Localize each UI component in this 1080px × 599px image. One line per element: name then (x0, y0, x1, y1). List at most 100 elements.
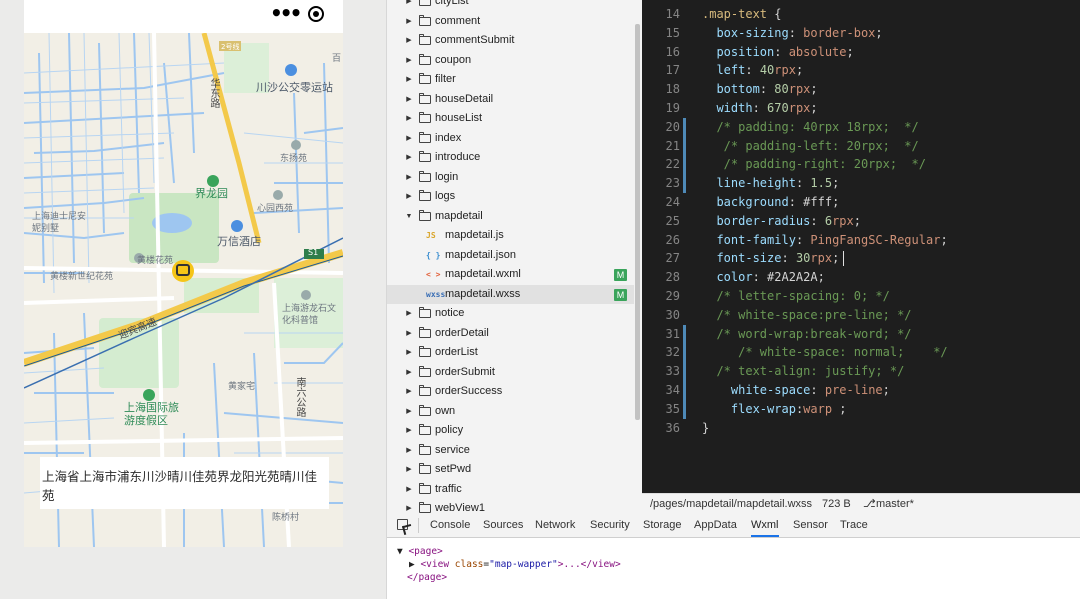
tree-folder-item[interactable]: ▶ filter (387, 70, 634, 90)
code-line[interactable]: 36} (642, 419, 1080, 438)
tab-sensor[interactable]: Sensor (793, 514, 828, 537)
chevron-right-icon[interactable]: ▶ (405, 12, 413, 32)
code-line[interactable]: 28 color: #2A2A2A; (642, 268, 1080, 287)
chevron-right-icon[interactable]: ▶ (405, 343, 413, 363)
wxml-node-view[interactable]: ▶ <view class="map-wapper">...</view> (409, 558, 621, 571)
code-line[interactable]: 32 /* white-space: normal; */ (642, 343, 1080, 362)
close-capsule-icon[interactable] (308, 6, 324, 22)
chevron-right-icon[interactable]: ▶ (405, 90, 413, 110)
tree-folder-item[interactable]: ▶ service (387, 441, 634, 461)
chevron-right-icon[interactable]: ▶ (405, 148, 413, 168)
line-code: width: 670rpx; (716, 101, 818, 115)
code-line[interactable]: 14 .map-text { (642, 5, 1080, 24)
tree-file-item[interactable]: JS mapdetail.js (387, 226, 634, 246)
tree-folder-item[interactable]: ▶ setPwd (387, 460, 634, 480)
tree-folder-item[interactable]: ▶ cityList (387, 0, 634, 12)
line-number: 24 (665, 195, 680, 209)
tree-folder-item[interactable]: ▶ login (387, 168, 634, 188)
git-branch-icon: ⎇ (863, 498, 876, 510)
tree-folder-item[interactable]: ▶ orderSuccess (387, 382, 634, 402)
tree-folder-item[interactable]: ▶ orderList (387, 343, 634, 363)
file-explorer: ▶ cityList ▶ comment ▶ commentSubmit ▶ coupon ▶ f… (386, 0, 643, 514)
line-number: 22 (665, 157, 680, 172)
code-line[interactable]: 18 bottom: 80rpx; (642, 80, 1080, 99)
code-line[interactable]: 17 left: 40rpx; (642, 61, 1080, 80)
tree-folder-item[interactable]: ▶ logs (387, 187, 634, 207)
tree-folder-item[interactable]: ▶ notice (387, 304, 634, 324)
tree-folder-item[interactable]: ▶ own (387, 402, 634, 422)
map-view[interactable]: 川沙公交零运站 华东路 界龙园 万信酒店 上海迪士尼安妮别墅 黄楼新世纪花苑 黄… (24, 32, 343, 547)
chevron-right-icon[interactable]: ▶ (405, 168, 413, 188)
tree-item-label: filter (435, 73, 456, 85)
chevron-right-icon[interactable]: ▶ (405, 363, 413, 383)
tree-folder-item[interactable]: ▶ commentSubmit (387, 31, 634, 51)
chevron-right-icon[interactable]: ▶ (405, 460, 413, 480)
tree-folder-item[interactable]: ▶ coupon (387, 51, 634, 71)
chevron-down-icon[interactable]: ▼ (405, 207, 413, 227)
chevron-right-icon[interactable]: ▶ (405, 109, 413, 129)
code-line[interactable]: 15 box-sizing: border-box; (642, 24, 1080, 43)
tree-folder-item[interactable]: ▶ index (387, 129, 634, 149)
wxml-node-page[interactable]: ▼ <page> (397, 545, 443, 558)
code-line[interactable]: 19 width: 670rpx; (642, 99, 1080, 118)
chevron-right-icon[interactable]: ▶ (405, 70, 413, 90)
tree-file-item[interactable]: < > mapdetail.wxml M (387, 265, 634, 285)
chevron-right-icon[interactable]: ▶ (405, 421, 413, 441)
tree-folder-item[interactable]: ▶ traffic (387, 480, 634, 500)
code-line[interactable]: 23 line-height: 1.5; (642, 174, 1080, 193)
code-line[interactable]: 27 font-size: 30rpx; (642, 249, 1080, 268)
file-explorer-scrollbar[interactable] (635, 24, 640, 420)
tree-folder-item[interactable]: ▶ comment (387, 12, 634, 32)
tree-folder-item[interactable]: ▶ houseDetail (387, 90, 634, 110)
tab-network[interactable]: Network (535, 514, 575, 537)
folder-icon (419, 190, 431, 201)
code-line[interactable]: 35 flex-wrap:warp ; (642, 400, 1080, 419)
chevron-right-icon[interactable]: ▶ (405, 402, 413, 422)
chevron-right-icon[interactable]: ▶ (405, 51, 413, 71)
code-line[interactable]: 33 /* text-align: justify; */ (642, 362, 1080, 381)
git-branch[interactable]: master* (876, 494, 914, 514)
tree-folder-item[interactable]: ▶ orderSubmit (387, 363, 634, 383)
tree-folder-item[interactable]: ▶ orderDetail (387, 324, 634, 344)
tree-file-item[interactable]: { } mapdetail.json (387, 246, 634, 266)
chevron-right-icon[interactable]: ▶ (405, 31, 413, 51)
chevron-right-icon[interactable]: ▶ (405, 441, 413, 461)
more-menu-icon[interactable]: ••• (270, 3, 302, 23)
code-line[interactable]: 22 /* padding-right: 20rpx; */ (642, 155, 1080, 174)
tab-storage[interactable]: Storage (643, 514, 682, 537)
tab-appdata[interactable]: AppData (694, 514, 737, 537)
tree-folder-item[interactable]: ▼ mapdetail (387, 207, 634, 227)
code-line[interactable]: 24 background: #fff; (642, 193, 1080, 212)
code-line[interactable]: 25 border-radius: 6rpx; (642, 212, 1080, 231)
chevron-right-icon[interactable]: ▶ (405, 499, 413, 514)
chevron-right-icon[interactable]: ▶ (405, 304, 413, 324)
tab-sources[interactable]: Sources (483, 514, 523, 537)
tab-security[interactable]: Security (590, 514, 630, 537)
tree-folder-item[interactable]: ▶ webView1 (387, 499, 634, 514)
line-number: 26 (665, 232, 680, 247)
chevron-right-icon[interactable]: ▶ (405, 480, 413, 500)
code-line[interactable]: 29 /* letter-spacing: 0; */ (642, 287, 1080, 306)
tab-trace[interactable]: Trace (840, 514, 868, 537)
code-editor[interactable]: 14 .map-text {15 box-sizing: border-box; 1… (642, 0, 1080, 493)
code-line[interactable]: 20 /* padding: 40rpx 18rpx; */ (642, 118, 1080, 137)
inspect-element-icon[interactable] (397, 519, 408, 530)
folder-icon (419, 482, 431, 494)
tab-wxml[interactable]: Wxml (751, 514, 779, 537)
code-line[interactable]: 30 /* white-space:pre-line; */ (642, 306, 1080, 325)
tree-file-item[interactable]: wxss mapdetail.wxss M (387, 284, 634, 304)
code-line[interactable]: 26 font-family: PingFangSC-Regular; (642, 231, 1080, 250)
code-line[interactable]: 21 /* padding-left: 20rpx; */ (642, 137, 1080, 156)
chevron-right-icon[interactable]: ▶ (405, 187, 413, 207)
code-line[interactable]: 34 white-space: pre-line; (642, 381, 1080, 400)
chevron-right-icon[interactable]: ▶ (405, 129, 413, 149)
tree-folder-item[interactable]: ▶ policy (387, 421, 634, 441)
chevron-right-icon[interactable]: ▶ (405, 324, 413, 344)
tab-console[interactable]: Console (430, 514, 470, 537)
code-line[interactable]: 31 /* word-wrap:break-word; */ (642, 325, 1080, 344)
tree-folder-item[interactable]: ▶ introduce (387, 148, 634, 168)
chevron-right-icon[interactable]: ▶ (405, 0, 413, 12)
chevron-right-icon[interactable]: ▶ (405, 382, 413, 402)
code-line[interactable]: 16 position: absolute; (642, 43, 1080, 62)
tree-folder-item[interactable]: ▶ houseList (387, 109, 634, 129)
